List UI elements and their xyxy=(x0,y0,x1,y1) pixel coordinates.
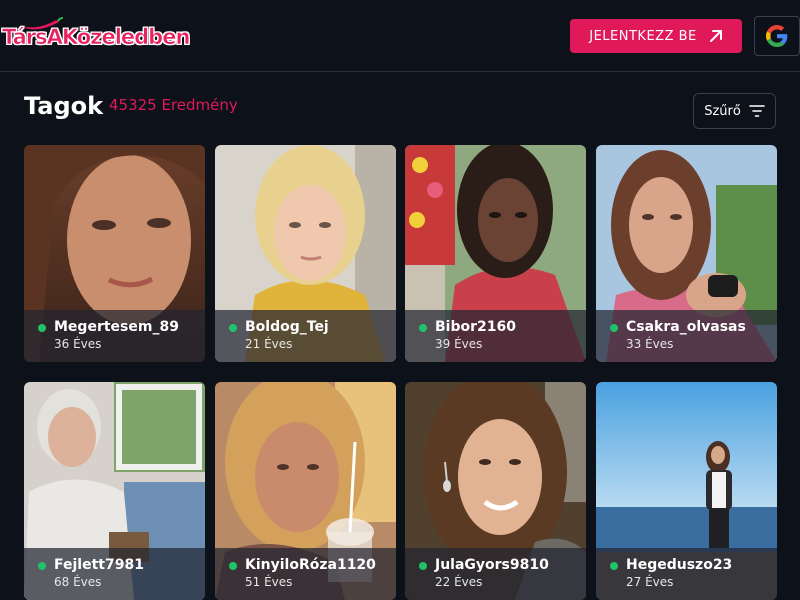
member-name: Boldog_Tej xyxy=(245,319,329,335)
login-button-label: JELENTKEZZ BE xyxy=(589,28,697,44)
member-card[interactable]: Fejlett7981 68 Éves xyxy=(24,382,205,600)
online-status-dot xyxy=(419,562,427,570)
page-title: Tagok xyxy=(24,92,104,120)
member-card[interactable]: Megertesem_89 36 Éves xyxy=(24,145,205,362)
online-status-dot xyxy=(229,562,237,570)
logo-text: TársAKözeledben xyxy=(2,25,191,50)
results-count: 45325 Eredmény xyxy=(109,96,238,114)
online-status-dot xyxy=(610,562,618,570)
member-age: 68 Éves xyxy=(54,575,102,589)
member-age: 22 Éves xyxy=(435,575,483,589)
member-card[interactable]: Csakra_olvasas 33 Éves xyxy=(596,145,777,362)
member-info: JulaGyors9810 22 Éves xyxy=(405,548,586,600)
member-age: 27 Éves xyxy=(626,575,674,589)
member-name: Csakra_olvasas xyxy=(626,319,746,335)
member-card[interactable]: KinyiloRóza1120 51 Éves xyxy=(215,382,396,600)
member-info: Bibor2160 39 Éves xyxy=(405,310,586,362)
member-info: Megertesem_89 36 Éves xyxy=(24,310,205,362)
member-name: Megertesem_89 xyxy=(54,319,179,335)
member-age: 33 Éves xyxy=(626,337,674,351)
member-name: KinyiloRóza1120 xyxy=(245,557,376,573)
member-age: 51 Éves xyxy=(245,575,293,589)
online-status-dot xyxy=(38,562,46,570)
arrow-up-right-icon xyxy=(709,30,722,42)
member-age: 21 Éves xyxy=(245,337,293,351)
member-info: Hegeduszo23 27 Éves xyxy=(596,548,777,600)
site-logo[interactable]: TársAKözeledben xyxy=(2,17,191,61)
login-button[interactable]: JELENTKEZZ BE xyxy=(570,19,742,53)
online-status-dot xyxy=(610,324,618,332)
member-age: 36 Éves xyxy=(54,337,102,351)
member-card[interactable]: Boldog_Tej 21 Éves xyxy=(215,145,396,362)
filter-button[interactable]: Szűrő xyxy=(693,93,776,129)
google-login-button[interactable] xyxy=(754,16,800,56)
online-status-dot xyxy=(38,324,46,332)
site-header: TársAKözeledben JELENTKEZZ BE xyxy=(0,0,800,72)
online-status-dot xyxy=(419,324,427,332)
member-name: Fejlett7981 xyxy=(54,557,144,573)
title-row: Tagok 45325 Eredmény xyxy=(24,92,238,120)
google-icon xyxy=(766,25,788,47)
member-info: Fejlett7981 68 Éves xyxy=(24,548,205,600)
member-info: Boldog_Tej 21 Éves xyxy=(215,310,396,362)
member-name: JulaGyors9810 xyxy=(435,557,549,573)
online-status-dot xyxy=(229,324,237,332)
filter-button-label: Szűrő xyxy=(704,103,741,119)
member-card[interactable]: Hegeduszo23 27 Éves xyxy=(596,382,777,600)
member-info: KinyiloRóza1120 51 Éves xyxy=(215,548,396,600)
member-name: Bibor2160 xyxy=(435,319,516,335)
member-name: Hegeduszo23 xyxy=(626,557,733,573)
member-card[interactable]: JulaGyors9810 22 Éves xyxy=(405,382,586,600)
filter-icon xyxy=(749,105,765,117)
member-card[interactable]: Bibor2160 39 Éves xyxy=(405,145,586,362)
member-info: Csakra_olvasas 33 Éves xyxy=(596,310,777,362)
member-age: 39 Éves xyxy=(435,337,483,351)
